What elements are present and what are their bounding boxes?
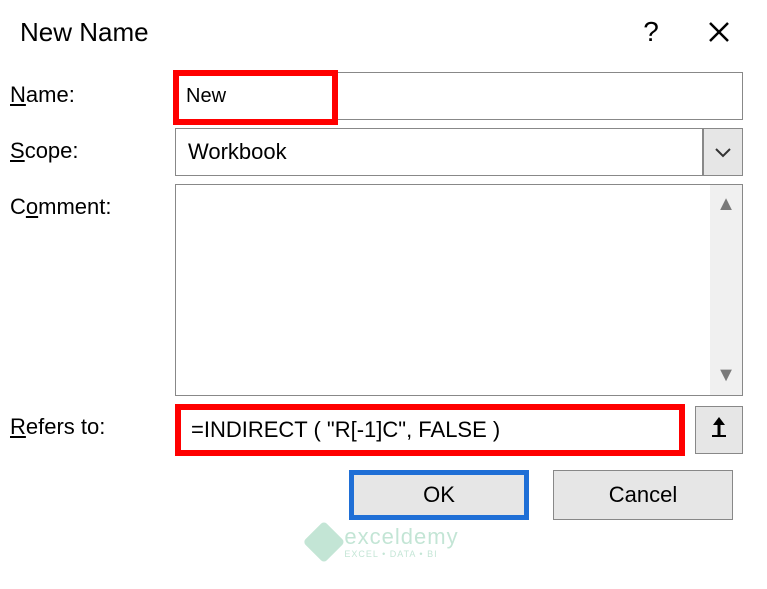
scope-row: Scope: Workbook (10, 128, 757, 176)
comment-field-wrap: ▲ ▼ (175, 184, 743, 396)
scope-value: Workbook (188, 139, 287, 165)
refers-row: Refers to: =INDIRECT ( "R[-1]C", FALSE ) (10, 404, 757, 456)
name-row: Name: New (10, 72, 757, 120)
title-bar: New Name ? (0, 0, 767, 64)
help-button[interactable]: ? (623, 4, 679, 60)
help-icon: ? (643, 16, 659, 48)
refers-input[interactable]: =INDIRECT ( "R[-1]C", FALSE ) (175, 404, 685, 456)
cancel-button[interactable]: Cancel (553, 470, 733, 520)
watermark-tagline: EXCEL • DATA • BI (344, 550, 458, 559)
scope-label: Scope: (10, 128, 175, 164)
comment-label: Comment: (10, 184, 175, 220)
chevron-down-icon (714, 146, 732, 158)
scope-dropdown-button[interactable] (703, 128, 743, 176)
dialog-title: New Name (20, 17, 611, 48)
close-button[interactable] (691, 4, 747, 60)
close-icon (707, 20, 731, 44)
comment-scrollbar[interactable]: ▲ ▼ (710, 185, 742, 395)
refers-label: Refers to: (10, 404, 175, 440)
refers-wrap: =INDIRECT ( "R[-1]C", FALSE ) (175, 404, 743, 456)
name-input[interactable]: New (175, 72, 743, 120)
comment-row: Comment: ▲ ▼ (10, 184, 757, 396)
scope-select-wrap: Workbook (175, 128, 743, 176)
scroll-up-icon: ▲ (716, 193, 736, 216)
name-label: Name: (10, 72, 175, 108)
button-row: OK Cancel (10, 464, 757, 520)
name-value: New (186, 85, 226, 108)
comment-input[interactable] (176, 185, 710, 395)
collapse-dialog-button[interactable] (695, 406, 743, 454)
scope-select[interactable]: Workbook (175, 128, 703, 176)
ok-button[interactable]: OK (349, 470, 529, 520)
scroll-down-icon: ▼ (716, 364, 736, 387)
dialog-body: Name: New Scope: Workbook Comment: ▲ ▼ R… (0, 64, 767, 530)
collapse-icon (709, 417, 729, 443)
refers-value: =INDIRECT ( "R[-1]C", FALSE ) (191, 417, 500, 443)
